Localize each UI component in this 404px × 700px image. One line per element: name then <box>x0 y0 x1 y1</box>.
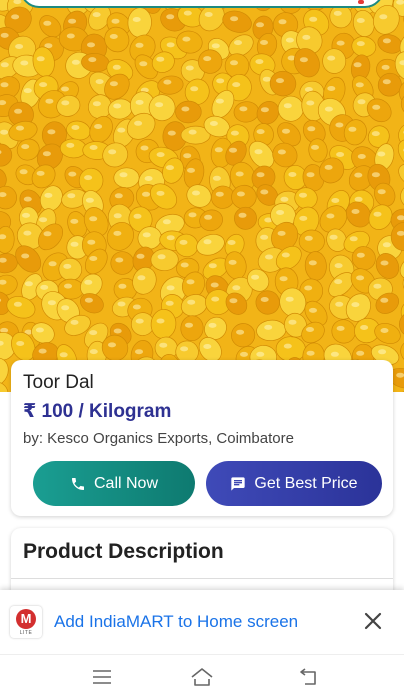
phone-icon <box>70 476 86 492</box>
logo-letter: M <box>16 608 36 629</box>
system-nav-bar <box>0 654 404 700</box>
get-best-price-button[interactable]: Get Best Price <box>206 461 382 506</box>
product-description-title: Product Description <box>23 540 224 563</box>
search-bar[interactable] <box>20 0 384 8</box>
add-to-home-banner[interactable]: M LITE Add IndiaMART to Home screen <box>0 590 404 654</box>
call-now-button[interactable]: Call Now <box>33 461 195 506</box>
lentils-photo <box>0 0 404 392</box>
get-best-price-label: Get Best Price <box>254 474 358 492</box>
close-icon[interactable] <box>360 608 386 634</box>
product-price: ₹ 100 / Kilogram <box>23 401 172 422</box>
message-icon <box>230 476 246 492</box>
seller-info[interactable]: by: Kesco Organics Exports, Coimbatore <box>23 430 294 447</box>
product-info-card: Toor Dal ₹ 100 / Kilogram by: Kesco Orga… <box>11 360 393 516</box>
mic-icon[interactable] <box>358 0 364 4</box>
logo-lite-label: LITE <box>19 629 33 636</box>
add-to-home-link[interactable]: Add IndiaMART to Home screen <box>54 612 298 632</box>
indiamart-logo: M LITE <box>10 606 42 638</box>
home-icon[interactable] <box>190 665 214 689</box>
product-image[interactable] <box>0 0 404 392</box>
menu-icon[interactable] <box>90 665 114 689</box>
product-title: Toor Dal <box>23 372 94 393</box>
divider <box>11 578 393 579</box>
call-now-label: Call Now <box>93 474 158 492</box>
back-icon[interactable] <box>296 665 320 689</box>
